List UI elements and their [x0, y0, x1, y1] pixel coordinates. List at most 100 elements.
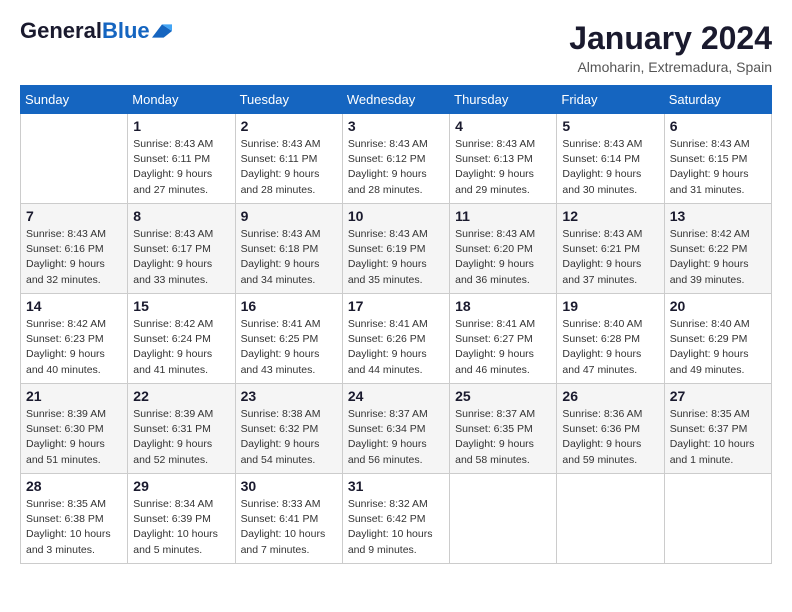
day-info: Sunrise: 8:41 AMSunset: 6:27 PMDaylight:…: [455, 317, 551, 378]
day-number: 5: [562, 118, 658, 134]
day-info: Sunrise: 8:33 AMSunset: 6:41 PMDaylight:…: [241, 497, 337, 558]
calendar-cell: 10 Sunrise: 8:43 AMSunset: 6:19 PMDayligh…: [342, 204, 449, 294]
day-number: 25: [455, 388, 551, 404]
header-wednesday: Wednesday: [342, 86, 449, 114]
calendar-cell: 7 Sunrise: 8:43 AMSunset: 6:16 PMDaylight…: [21, 204, 128, 294]
calendar-cell: 2 Sunrise: 8:43 AMSunset: 6:11 PMDaylight…: [235, 114, 342, 204]
day-number: 23: [241, 388, 337, 404]
day-number: 14: [26, 298, 122, 314]
day-number: 12: [562, 208, 658, 224]
calendar-cell: 21 Sunrise: 8:39 AMSunset: 6:30 PMDayligh…: [21, 384, 128, 474]
calendar-cell: [664, 474, 771, 564]
day-number: 2: [241, 118, 337, 134]
calendar-cell: 12 Sunrise: 8:43 AMSunset: 6:21 PMDayligh…: [557, 204, 664, 294]
day-info: Sunrise: 8:41 AMSunset: 6:26 PMDaylight:…: [348, 317, 444, 378]
day-info: Sunrise: 8:36 AMSunset: 6:36 PMDaylight:…: [562, 407, 658, 468]
calendar-cell: 15Sunrise: 8:42 AMSunset: 6:24 PMDayligh…: [128, 294, 235, 384]
title-section: January 2024 Almoharin, Extremadura, Spa…: [569, 20, 772, 75]
day-info: Sunrise: 8:43 AMSunset: 6:16 PMDaylight:…: [26, 227, 122, 288]
header-tuesday: Tuesday: [235, 86, 342, 114]
header-friday: Friday: [557, 86, 664, 114]
day-info: Sunrise: 8:35 AMSunset: 6:38 PMDaylight:…: [26, 497, 122, 558]
calendar-cell: 5 Sunrise: 8:43 AMSunset: 6:14 PMDaylight…: [557, 114, 664, 204]
day-number: 6: [670, 118, 766, 134]
day-info: Sunrise: 8:43 AMSunset: 6:18 PMDaylight:…: [241, 227, 337, 288]
calendar-week-3: 14 Sunrise: 8:42 AMSunset: 6:23 PMDayligh…: [21, 294, 772, 384]
day-info: Sunrise: 8:43 AMSunset: 6:13 PMDaylight:…: [455, 137, 551, 198]
day-info: Sunrise: 8:43 AMSunset: 6:12 PMDaylight:…: [348, 137, 444, 198]
calendar-cell: 28Sunrise: 8:35 AMSunset: 6:38 PMDayligh…: [21, 474, 128, 564]
calendar-cell: 19Sunrise: 8:40 AMSunset: 6:28 PMDayligh…: [557, 294, 664, 384]
calendar-cell: 6 Sunrise: 8:43 AMSunset: 6:15 PMDaylight…: [664, 114, 771, 204]
day-number: 29: [133, 478, 229, 494]
calendar-header-row: SundayMondayTuesdayWednesdayThursdayFrid…: [21, 86, 772, 114]
calendar-cell: 26 Sunrise: 8:36 AMSunset: 6:36 PMDayligh…: [557, 384, 664, 474]
day-number: 7: [26, 208, 122, 224]
calendar-cell: 25 Sunrise: 8:37 AMSunset: 6:35 PMDayligh…: [450, 384, 557, 474]
calendar-cell: 11 Sunrise: 8:43 AMSunset: 6:20 PMDayligh…: [450, 204, 557, 294]
day-number: 13: [670, 208, 766, 224]
logo: GeneralBlue: [20, 20, 172, 42]
calendar-cell: 8Sunrise: 8:43 AMSunset: 6:17 PMDaylight…: [128, 204, 235, 294]
calendar-cell: [21, 114, 128, 204]
day-info: Sunrise: 8:34 AMSunset: 6:39 PMDaylight:…: [133, 497, 229, 558]
day-info: Sunrise: 8:40 AMSunset: 6:29 PMDaylight:…: [670, 317, 766, 378]
day-info: Sunrise: 8:43 AMSunset: 6:11 PMDaylight:…: [241, 137, 337, 198]
day-info: Sunrise: 8:43 AMSunset: 6:15 PMDaylight:…: [670, 137, 766, 198]
day-info: Sunrise: 8:42 AMSunset: 6:23 PMDaylight:…: [26, 317, 122, 378]
day-number: 10: [348, 208, 444, 224]
calendar-cell: 27 Sunrise: 8:35 AMSunset: 6:37 PMDayligh…: [664, 384, 771, 474]
calendar-cell: [557, 474, 664, 564]
calendar-cell: 14 Sunrise: 8:42 AMSunset: 6:23 PMDayligh…: [21, 294, 128, 384]
day-number: 9: [241, 208, 337, 224]
day-info: Sunrise: 8:35 AMSunset: 6:37 PMDaylight:…: [670, 407, 766, 468]
calendar-week-1: 1 Sunrise: 8:43 AMSunset: 6:11 PMDaylight…: [21, 114, 772, 204]
header-thursday: Thursday: [450, 86, 557, 114]
day-number: 24: [348, 388, 444, 404]
day-number: 21: [26, 388, 122, 404]
day-info: Sunrise: 8:43 AMSunset: 6:20 PMDaylight:…: [455, 227, 551, 288]
page-header: GeneralBlue January 2024 Almoharin, Extr…: [20, 20, 772, 75]
day-info: Sunrise: 8:39 AMSunset: 6:31 PMDaylight:…: [133, 407, 229, 468]
day-info: Sunrise: 8:43 AMSunset: 6:17 PMDaylight:…: [133, 227, 229, 288]
calendar-cell: 18Sunrise: 8:41 AMSunset: 6:27 PMDayligh…: [450, 294, 557, 384]
calendar-cell: 30 Sunrise: 8:33 AMSunset: 6:41 PMDayligh…: [235, 474, 342, 564]
calendar-cell: 22 Sunrise: 8:39 AMSunset: 6:31 PMDayligh…: [128, 384, 235, 474]
day-info: Sunrise: 8:41 AMSunset: 6:25 PMDaylight:…: [241, 317, 337, 378]
logo-icon: [152, 24, 172, 38]
day-number: 16: [241, 298, 337, 314]
calendar-cell: 24 Sunrise: 8:37 AMSunset: 6:34 PMDayligh…: [342, 384, 449, 474]
day-info: Sunrise: 8:42 AMSunset: 6:22 PMDaylight:…: [670, 227, 766, 288]
calendar-week-5: 28Sunrise: 8:35 AMSunset: 6:38 PMDayligh…: [21, 474, 772, 564]
day-number: 22: [133, 388, 229, 404]
calendar-cell: 13 Sunrise: 8:42 AMSunset: 6:22 PMDayligh…: [664, 204, 771, 294]
calendar-week-2: 7 Sunrise: 8:43 AMSunset: 6:16 PMDaylight…: [21, 204, 772, 294]
calendar-cell: 20Sunrise: 8:40 AMSunset: 6:29 PMDayligh…: [664, 294, 771, 384]
day-info: Sunrise: 8:43 AMSunset: 6:19 PMDaylight:…: [348, 227, 444, 288]
day-number: 4: [455, 118, 551, 134]
day-info: Sunrise: 8:43 AMSunset: 6:14 PMDaylight:…: [562, 137, 658, 198]
day-number: 26: [562, 388, 658, 404]
calendar-cell: 3 Sunrise: 8:43 AMSunset: 6:12 PMDaylight…: [342, 114, 449, 204]
day-number: 31: [348, 478, 444, 494]
calendar-cell: 23Sunrise: 8:38 AMSunset: 6:32 PMDayligh…: [235, 384, 342, 474]
day-number: 27: [670, 388, 766, 404]
header-monday: Monday: [128, 86, 235, 114]
day-number: 11: [455, 208, 551, 224]
day-info: Sunrise: 8:32 AMSunset: 6:42 PMDaylight:…: [348, 497, 444, 558]
day-info: Sunrise: 8:39 AMSunset: 6:30 PMDaylight:…: [26, 407, 122, 468]
day-info: Sunrise: 8:43 AMSunset: 6:21 PMDaylight:…: [562, 227, 658, 288]
day-number: 15: [133, 298, 229, 314]
day-info: Sunrise: 8:37 AMSunset: 6:35 PMDaylight:…: [455, 407, 551, 468]
day-info: Sunrise: 8:43 AMSunset: 6:11 PMDaylight:…: [133, 137, 229, 198]
location: Almoharin, Extremadura, Spain: [569, 59, 772, 75]
calendar-cell: 16 Sunrise: 8:41 AMSunset: 6:25 PMDayligh…: [235, 294, 342, 384]
day-number: 30: [241, 478, 337, 494]
day-number: 3: [348, 118, 444, 134]
calendar-cell: 29 Sunrise: 8:34 AMSunset: 6:39 PMDayligh…: [128, 474, 235, 564]
calendar-cell: 4 Sunrise: 8:43 AMSunset: 6:13 PMDaylight…: [450, 114, 557, 204]
calendar-week-4: 21 Sunrise: 8:39 AMSunset: 6:30 PMDayligh…: [21, 384, 772, 474]
day-info: Sunrise: 8:37 AMSunset: 6:34 PMDaylight:…: [348, 407, 444, 468]
day-number: 1: [133, 118, 229, 134]
logo-text: GeneralBlue: [20, 20, 150, 42]
